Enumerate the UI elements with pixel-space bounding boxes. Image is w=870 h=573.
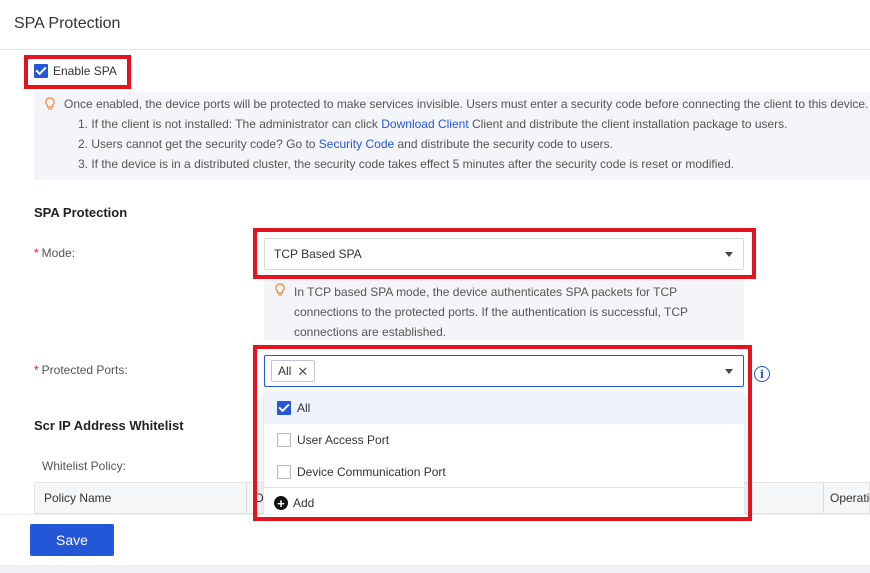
mode-select[interactable]: TCP Based SPA	[264, 238, 744, 270]
whitelist-section-title: Scr IP Address Whitelist	[34, 418, 184, 433]
checkbox-checked-icon[interactable]	[277, 401, 291, 415]
close-icon[interactable]: ✕	[297, 365, 308, 378]
required-mark: *	[34, 246, 39, 260]
info-icon[interactable]: i	[754, 366, 770, 382]
notice-text: 2. Users cannot get the security code? G…	[78, 137, 319, 151]
add-label: Add	[293, 496, 315, 510]
mode-label: * Mode:	[34, 246, 75, 260]
enable-spa-label: Enable SPA	[53, 64, 117, 78]
whitelist-policy-label: Whitelist Policy:	[42, 459, 127, 473]
lightbulb-icon	[45, 97, 55, 110]
mode-label-text: Mode:	[41, 246, 76, 260]
notice-line-intro: Once enabled, the device ports will be p…	[64, 97, 869, 111]
notice-text: Client and distribute the client install…	[468, 117, 788, 131]
download-client-link[interactable]: Download Client	[381, 117, 468, 131]
option-label: Device Communication Port	[297, 465, 446, 479]
notice-line-3: 3. If the device is in a distributed clu…	[78, 157, 735, 171]
plus-circle-icon: +	[274, 496, 288, 510]
save-button[interactable]: Save	[30, 524, 114, 556]
option-all[interactable]: All	[264, 392, 744, 424]
lightbulb-icon	[275, 283, 285, 296]
chevron-down-icon	[725, 252, 733, 257]
protected-ports-dropdown: All User Access Port Device Communicatio…	[264, 392, 744, 518]
spa-section-title: SPA Protection	[34, 205, 128, 220]
security-code-link[interactable]: Security Code	[319, 137, 394, 151]
protected-ports-label-text: Protected Ports:	[41, 363, 128, 377]
protected-ports-label: * Protected Ports:	[34, 363, 128, 377]
option-user-access-port[interactable]: User Access Port	[264, 424, 744, 456]
option-device-communication-port[interactable]: Device Communication Port	[264, 456, 744, 488]
col-description: De	[246, 483, 266, 513]
col-operation: Operation	[823, 483, 870, 513]
chevron-down-icon	[725, 369, 733, 374]
tag-label: All	[278, 364, 292, 378]
option-label: User Access Port	[297, 433, 390, 447]
mode-hint-text: In TCP based SPA mode, the device authen…	[294, 285, 688, 339]
checkbox-icon[interactable]	[277, 465, 291, 479]
enable-spa-checkbox[interactable]: Enable SPA	[34, 64, 117, 78]
notice-text: 1. If the client is not installed: The a…	[78, 117, 382, 131]
spa-notice: Once enabled, the device ports will be p…	[34, 92, 870, 180]
option-label: All	[297, 401, 311, 415]
required-mark: *	[34, 363, 39, 377]
mode-hint: In TCP based SPA mode, the device authen…	[264, 276, 744, 340]
checkbox-checked-icon[interactable]	[34, 64, 48, 78]
notice-line-1: 1. If the client is not installed: The a…	[78, 117, 788, 131]
col-policy-name: Policy Name	[44, 491, 112, 505]
mode-select-value: TCP Based SPA	[274, 247, 362, 261]
page-title: SPA Protection	[14, 15, 121, 32]
page-header: SPA Protection	[0, 0, 870, 50]
notice-line-2: 2. Users cannot get the security code? G…	[78, 137, 613, 151]
checkbox-icon[interactable]	[277, 433, 291, 447]
notice-text: and distribute the security code to user…	[394, 137, 613, 151]
selected-tag-all: All ✕	[271, 360, 316, 382]
footer-bar: Save	[0, 514, 870, 573]
protected-ports-select[interactable]: All ✕	[264, 355, 744, 387]
